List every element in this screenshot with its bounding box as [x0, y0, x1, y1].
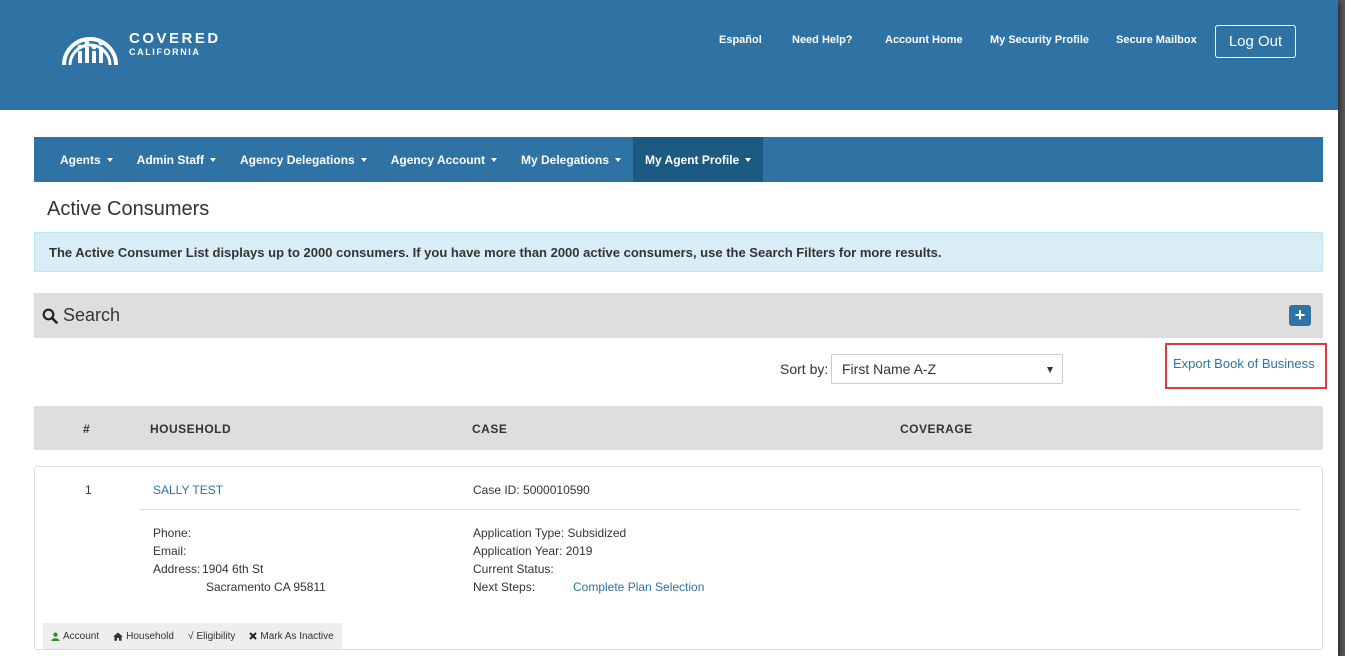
log-out-button[interactable]: Log Out: [1215, 25, 1296, 58]
case-id-label: Case ID:: [473, 483, 520, 497]
eligibility-action[interactable]: √ Eligibility: [188, 631, 235, 642]
household-name-link[interactable]: SALLY TEST: [153, 483, 223, 497]
case-id: Case ID: 5000010590: [473, 483, 590, 497]
logo-icon: [62, 37, 118, 66]
plus-icon: +: [1294, 305, 1306, 325]
caret-down-icon: [106, 157, 113, 162]
nav-my-delegations-label: My Delegations: [520, 152, 609, 167]
caret-down-icon: [745, 157, 752, 162]
nav-my-delegations[interactable]: My Delegations: [509, 137, 633, 182]
column-header-coverage: COVERAGE: [900, 422, 973, 436]
covered-california-logo[interactable]: COVERED CALIFORNIA: [58, 21, 221, 67]
sort-selected-value: First Name A-Z: [842, 361, 937, 377]
nav-agents[interactable]: Agents: [34, 137, 125, 182]
application-type-value: Subsidized: [567, 526, 627, 540]
search-label: Search: [63, 305, 121, 325]
nav-agency-delegations-label: Agency Delegations: [240, 152, 355, 167]
caret-down-icon: [210, 157, 217, 162]
info-alert-text: The Active Consumer List displays up to …: [49, 244, 942, 260]
caret-down-icon: [490, 157, 497, 162]
user-icon: [51, 632, 60, 641]
sort-by-select[interactable]: First Name A-Z: [831, 354, 1063, 384]
card-divider: [139, 509, 1301, 510]
nav-admin-staff[interactable]: Admin Staff: [125, 137, 228, 182]
close-icon: [249, 632, 258, 640]
nav-agency-delegations[interactable]: Agency Delegations: [228, 137, 379, 182]
application-year-label: Application Year:: [473, 544, 563, 558]
espanol-link[interactable]: Español: [719, 34, 762, 46]
caret-down-icon: [360, 157, 367, 162]
current-status-label: Current Status:: [473, 562, 554, 576]
row-number: 1: [85, 483, 92, 497]
nav-my-agent-profile[interactable]: My Agent Profile: [633, 137, 764, 182]
eligibility-action-label: Eligibility: [196, 630, 236, 642]
consumer-card: 1 SALLY TEST Case ID: 5000010590 Phone: …: [34, 466, 1323, 650]
consumer-actions-bar: Account Household √ Eligibility Mark As …: [43, 623, 342, 649]
mark-inactive-action[interactable]: Mark As Inactive: [249, 630, 334, 642]
complete-plan-selection-link[interactable]: Complete Plan Selection: [573, 580, 704, 594]
site-header: COVERED CALIFORNIA Español Need Help? Ac…: [0, 0, 1338, 110]
application-year: Application Year: 2019: [473, 544, 592, 558]
my-security-profile-link[interactable]: My Security Profile: [990, 34, 1089, 46]
column-header-household: HOUSEHOLD: [150, 422, 232, 436]
secure-mailbox-link[interactable]: Secure Mailbox: [1116, 34, 1197, 46]
household-action[interactable]: Household: [113, 631, 174, 642]
home-icon: [113, 632, 123, 641]
application-type-label: Application Type:: [473, 526, 565, 540]
export-book-of-business-link[interactable]: Export Book of Business: [1173, 356, 1315, 371]
mark-inactive-action-label: Mark As Inactive: [260, 630, 334, 642]
application-year-value: 2019: [565, 544, 593, 558]
logo-text: COVERED CALIFORNIA: [129, 31, 221, 57]
search-panel-header[interactable]: Search +: [34, 293, 1323, 338]
column-header-case: CASE: [472, 422, 508, 436]
sort-by-label: Sort by:: [780, 361, 829, 377]
expand-search-button[interactable]: +: [1289, 305, 1311, 326]
phone-label: Phone:: [153, 526, 192, 540]
next-steps-label: Next Steps:: [473, 580, 536, 594]
email-label: Email:: [153, 544, 187, 558]
info-alert: The Active Consumer List displays up to …: [34, 232, 1323, 272]
application-type: Application Type: Subsidized: [473, 526, 626, 540]
consumer-table-header: # HOUSEHOLD CASE COVERAGE: [34, 406, 1323, 450]
caret-down-icon: [615, 157, 621, 162]
dropdown-arrow-icon: [1047, 367, 1053, 373]
page-title: Active Consumers: [47, 198, 210, 220]
household-action-label: Household: [126, 630, 174, 642]
nav-agents-label: Agents: [60, 152, 101, 167]
brand-line2: CALIFORNIA: [129, 47, 201, 57]
check-root-icon: √: [187, 630, 194, 642]
search-icon: [42, 308, 58, 324]
main-nav: Agents Admin Staff Agency Delegations Ag…: [34, 137, 1323, 182]
case-id-value: 5000010590: [523, 483, 590, 497]
browser-page: COVERED CALIFORNIA Español Need Help? Ac…: [0, 0, 1338, 656]
nav-agency-account[interactable]: Agency Account: [379, 137, 509, 182]
brand-line1: COVERED: [129, 30, 221, 47]
account-home-link[interactable]: Account Home: [885, 34, 963, 46]
nav-my-agent-profile-label: My Agent Profile: [645, 152, 740, 167]
need-help-link[interactable]: Need Help?: [792, 34, 853, 46]
column-header-number: #: [83, 422, 91, 436]
account-action-label: Account: [63, 630, 100, 642]
address-line1: 1904 6th St: [202, 562, 264, 576]
address-label: Address:: [153, 562, 201, 576]
account-action[interactable]: Account: [51, 631, 99, 642]
address-line2: Sacramento CA 95811: [206, 580, 326, 594]
nav-agency-account-label: Agency Account: [390, 152, 485, 167]
nav-admin-staff-label: Admin Staff: [136, 152, 205, 167]
